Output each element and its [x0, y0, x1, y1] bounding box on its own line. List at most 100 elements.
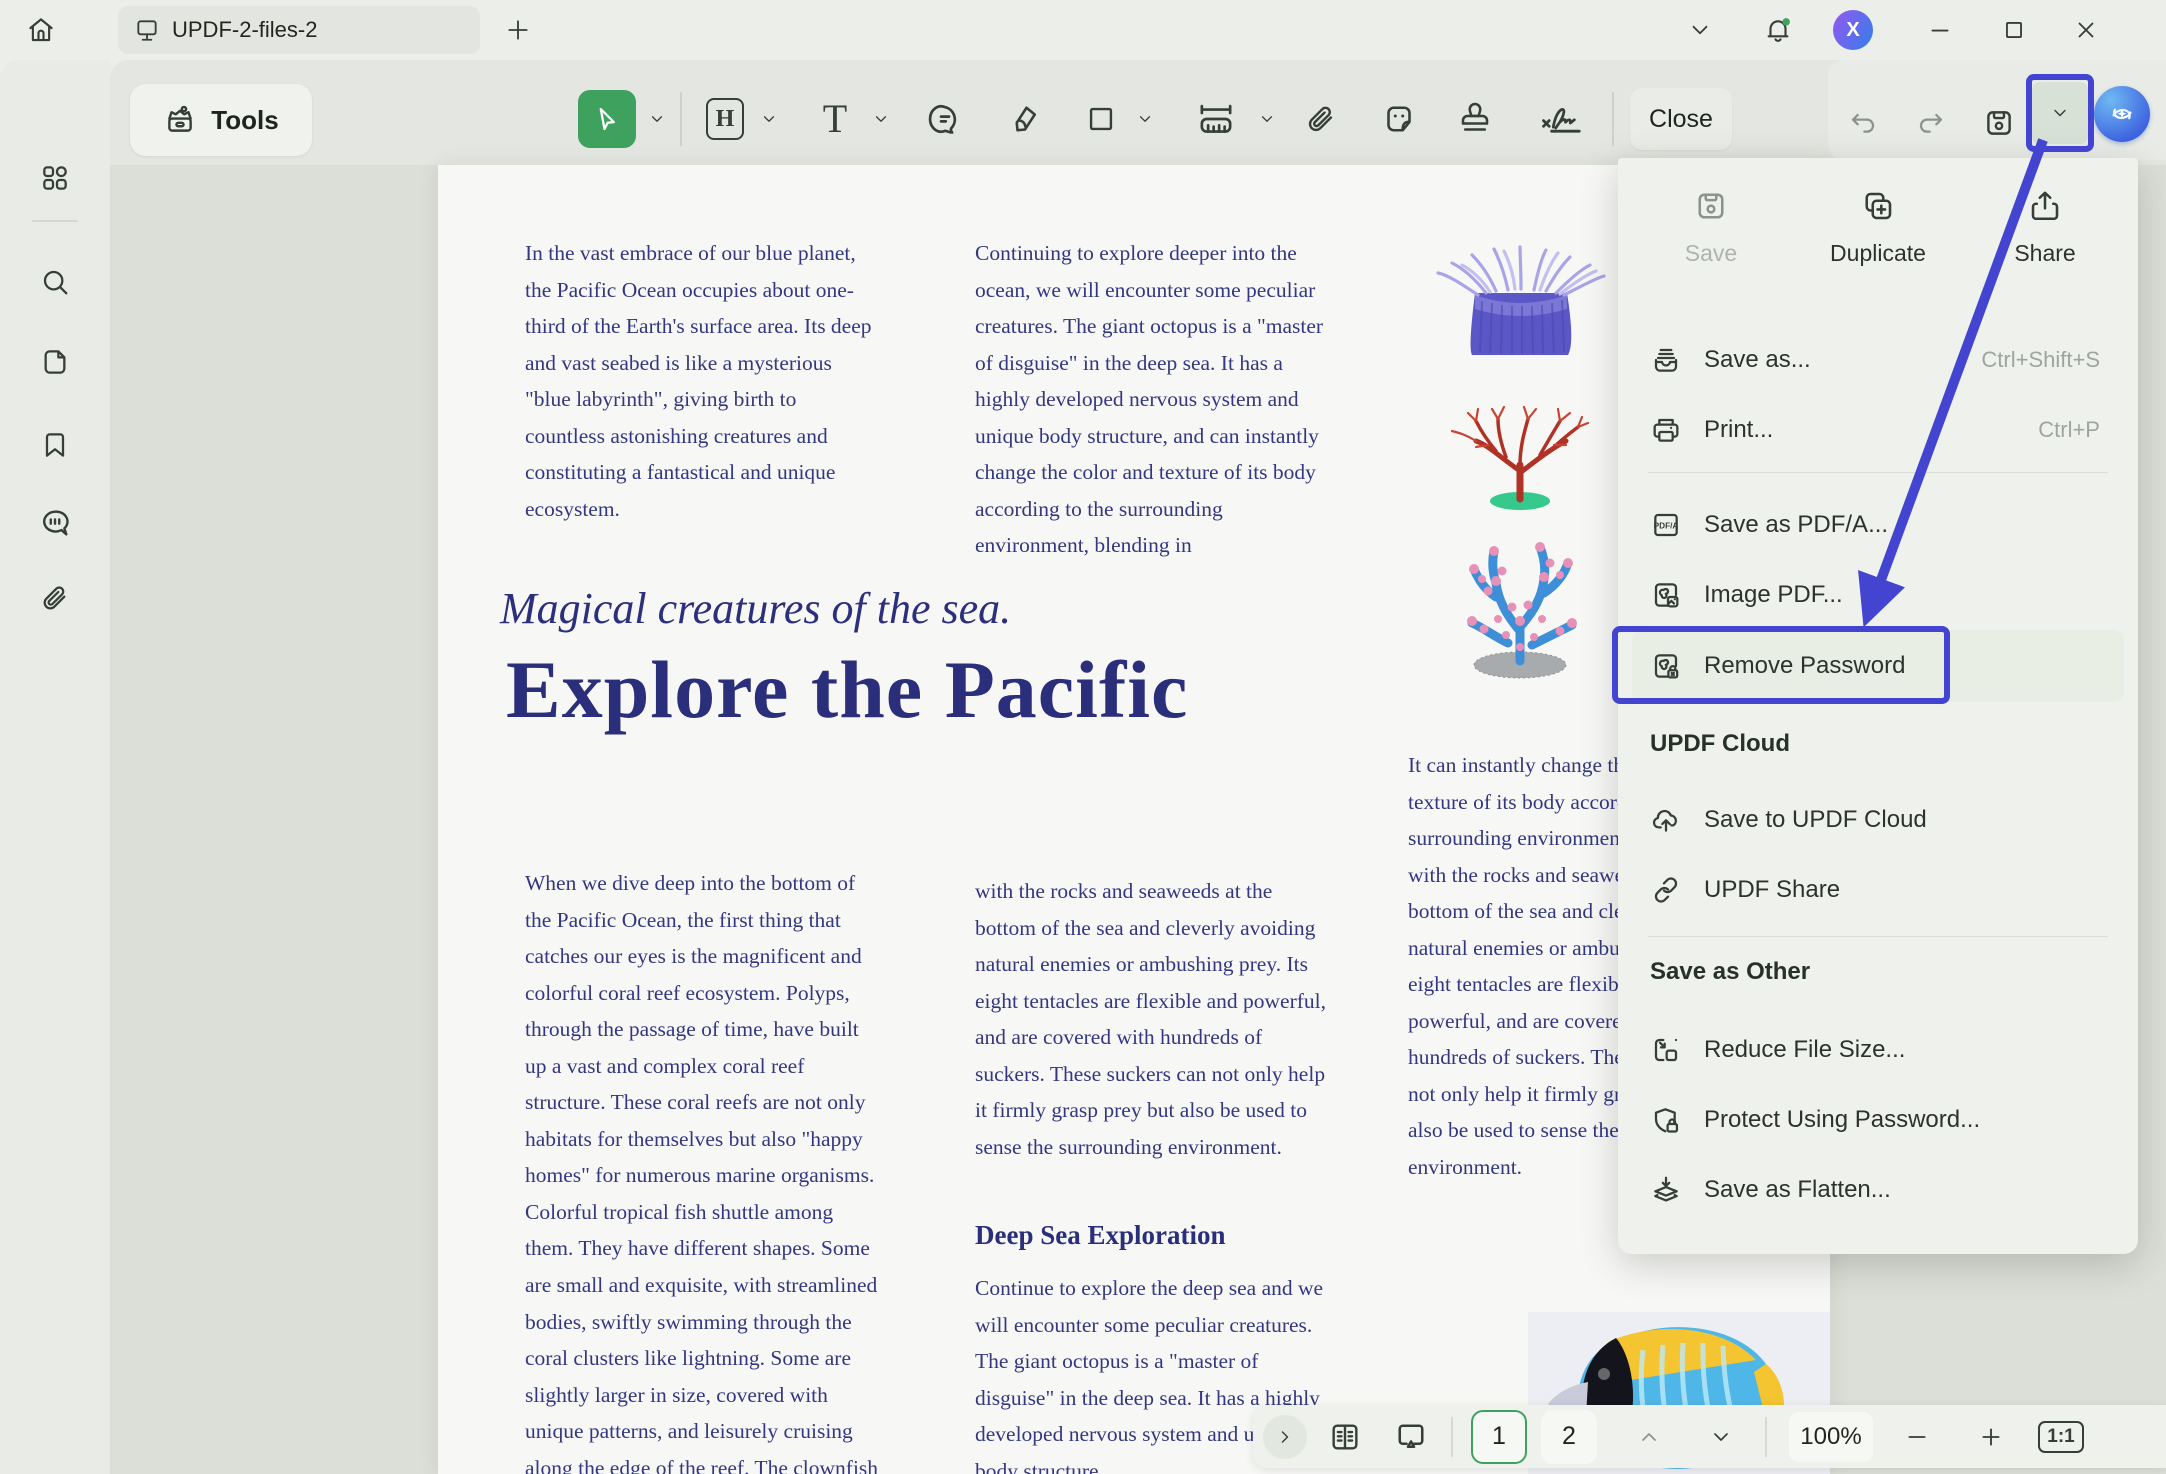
signature-tool-button[interactable]	[1530, 88, 1596, 150]
two-page-view-button[interactable]	[1319, 1411, 1371, 1463]
sidebar-item-search[interactable]	[20, 252, 90, 312]
menu-item-image-pdf[interactable]: Image PDF...	[1632, 565, 2124, 625]
menu-item-label: Protect Using Password...	[1704, 1106, 1980, 1134]
measure-tool-button[interactable]	[1186, 88, 1246, 150]
sidebar-item-attachments[interactable]	[20, 568, 90, 628]
menu-item-protect-using-password[interactable]: Protect Using Password...	[1632, 1090, 2124, 1150]
home-button[interactable]	[16, 8, 66, 52]
page-thumb-2[interactable]: 2	[1541, 1410, 1597, 1464]
add-text-tool-button[interactable]: T	[812, 88, 858, 150]
page-number: 1	[1492, 1422, 1506, 1451]
document-tab[interactable]: UPDF-2-files-2	[118, 6, 480, 54]
sidebar-item-bookmarks[interactable]	[20, 415, 90, 475]
ai-assistant-button[interactable]	[2094, 86, 2150, 142]
add-text-chevron[interactable]	[872, 104, 892, 134]
presentation-icon	[1393, 1419, 1429, 1455]
maximize-button[interactable]	[1990, 10, 2038, 50]
previous-page-button[interactable]	[1623, 1411, 1675, 1463]
sidebar-item-thumbnails[interactable]	[20, 148, 90, 208]
attach-file-tool-button[interactable]	[1298, 88, 1344, 150]
menu-share-button[interactable]: Share	[1970, 188, 2120, 308]
red-coral-image	[1436, 393, 1604, 511]
edit-text-chevron[interactable]	[760, 104, 780, 134]
doc-title: Explore the Pacific	[506, 643, 1406, 737]
deep-sea-heading: Deep Sea Exploration	[975, 1220, 1226, 1251]
menu-item-reduce-file-size[interactable]: Reduce File Size...	[1632, 1020, 2124, 1080]
save-button[interactable]	[1976, 92, 2022, 154]
svg-text:PDF/A: PDF/A	[1654, 522, 1679, 531]
highlighter-icon	[1007, 101, 1043, 137]
minimize-button[interactable]	[1916, 10, 1964, 50]
menu-divider	[1648, 936, 2108, 937]
undo-button[interactable]	[1840, 92, 1886, 154]
add-tab-button[interactable]	[496, 10, 540, 50]
avatar-initial: X	[1833, 10, 1873, 50]
menu-item-print[interactable]: Print... Ctrl+P	[1632, 400, 2124, 460]
next-page-button[interactable]	[1695, 1411, 1747, 1463]
zoom-in-button[interactable]	[1965, 1411, 2017, 1463]
comment-tool-button[interactable]	[922, 88, 968, 150]
page-number: 2	[1562, 1422, 1576, 1451]
select-tool-chevron[interactable]	[648, 104, 668, 134]
menu-item-save-as[interactable]: Save as... Ctrl+Shift+S	[1632, 330, 2124, 390]
print-icon	[1650, 414, 1682, 446]
menu-item-remove-password[interactable]: Remove Password	[1632, 630, 2124, 702]
stamp-tool-button[interactable]	[1452, 88, 1498, 150]
signature-icon	[1537, 99, 1589, 139]
select-tool-button[interactable]	[578, 90, 636, 148]
menu-duplicate-button[interactable]: Duplicate	[1803, 188, 1953, 308]
actual-size-button[interactable]: 1:1	[2035, 1411, 2087, 1463]
reduce-size-icon	[1650, 1034, 1682, 1066]
menu-item-label: Save as...	[1704, 346, 1811, 374]
notifications-button[interactable]	[1756, 8, 1800, 52]
menu-item-label: Save as PDF/A...	[1704, 511, 1888, 539]
comment-panel-icon	[38, 506, 72, 540]
menu-item-shortcut: Ctrl+P	[2038, 417, 2124, 443]
search-icon	[39, 266, 71, 298]
sidebar-item-comments[interactable]	[20, 493, 90, 553]
zoom-out-button[interactable]	[1891, 1411, 1943, 1463]
menu-item-updf-share[interactable]: UPDF Share	[1632, 860, 2124, 920]
menu-item-save-as-pdfa[interactable]: PDF/A Save as PDF/A...	[1632, 495, 2124, 555]
bookmark-icon	[39, 429, 71, 461]
sidebar-item-pages[interactable]	[20, 332, 90, 392]
highlighter-tool-button[interactable]	[1002, 88, 1048, 150]
close-window-button[interactable]	[2062, 10, 2110, 50]
collapse-bar-button[interactable]	[1263, 1415, 1307, 1459]
zoom-level[interactable]: 100%	[1789, 1412, 1873, 1462]
measure-chevron[interactable]	[1258, 104, 1278, 134]
edit-text-tool-button[interactable]: H	[702, 88, 748, 150]
sidebar-divider	[32, 220, 78, 222]
menu-section-updf-cloud: UPDF Cloud	[1650, 730, 1790, 758]
shape-icon	[1084, 102, 1118, 136]
zoom-in-icon	[1978, 1424, 2004, 1450]
titlebar-collapse-button[interactable]	[1678, 12, 1722, 48]
close-document-button[interactable]: Close	[1630, 88, 1732, 150]
menu-item-label: Save to UPDF Cloud	[1704, 806, 1927, 834]
shape-chevron[interactable]	[1136, 104, 1156, 134]
tools-button[interactable]: Tools	[130, 84, 312, 156]
presentation-button[interactable]	[1385, 1411, 1437, 1463]
page-navigation-bar: 1 2 100% 1:1	[1253, 1405, 2166, 1468]
shape-tool-button[interactable]	[1078, 88, 1124, 150]
share-icon	[2027, 188, 2063, 224]
sticker-tool-button[interactable]	[1376, 88, 1422, 150]
page-icon	[39, 346, 71, 378]
page-thumb-1[interactable]: 1	[1471, 1410, 1527, 1464]
close-window-icon	[2073, 17, 2099, 43]
account-avatar[interactable]: X	[1833, 10, 1873, 50]
menu-share-label: Share	[2014, 240, 2075, 267]
redo-button[interactable]	[1908, 92, 1954, 154]
save-options-button[interactable]	[2032, 82, 2088, 144]
undo-icon	[1847, 107, 1879, 139]
pdfa-icon: PDF/A	[1650, 509, 1682, 541]
minimize-icon	[1927, 17, 1953, 43]
menu-item-save-to-updf-cloud[interactable]: Save to UPDF Cloud	[1632, 790, 2124, 850]
toolbar-divider	[1612, 92, 1614, 146]
sidebar-item-themes[interactable]	[20, 1460, 90, 1474]
image-pdf-icon	[1650, 579, 1682, 611]
doc-subtitle: Magical creatures of the sea.	[500, 583, 1200, 634]
menu-item-save-as-flatten[interactable]: Save as Flatten...	[1632, 1160, 2124, 1220]
tab-title: UPDF-2-files-2	[172, 17, 317, 43]
stamp-icon	[1457, 101, 1493, 137]
